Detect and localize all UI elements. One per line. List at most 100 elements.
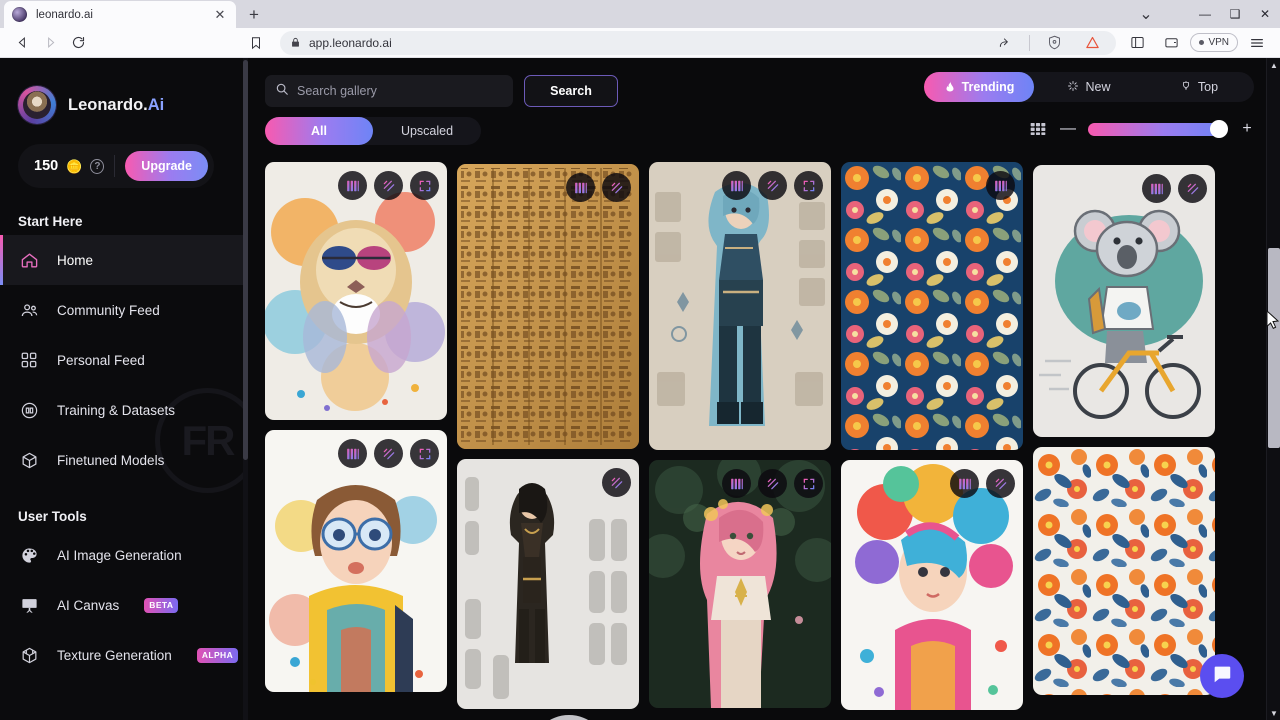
gallery-card-floral-pattern-blue[interactable] (841, 162, 1023, 450)
unzoom-icon (611, 182, 622, 193)
window-minimize-button[interactable]: — (1190, 0, 1220, 28)
sidebar-item-training-datasets[interactable]: Training & Datasets (0, 385, 248, 435)
card-overlay-actions (1142, 174, 1207, 203)
vpn-status-badge[interactable]: VPN (1190, 33, 1238, 52)
scroll-up-arrow-icon[interactable]: ▲ (1267, 58, 1280, 72)
unzoom-icon-button[interactable] (1178, 174, 1207, 203)
sidebar-item-ai-canvas[interactable]: AI Canvas BETA (0, 580, 248, 630)
unzoom-icon-button[interactable] (374, 171, 403, 200)
unzoom-icon-button[interactable] (602, 468, 631, 497)
variations-icon-button[interactable] (566, 173, 595, 202)
zoom-in-button[interactable]: + (1240, 121, 1254, 137)
variations-icon (346, 180, 359, 191)
zoom-slider-knob[interactable] (1210, 120, 1228, 138)
brand-name-main: Leonardo. (68, 95, 148, 114)
tab-trending[interactable]: Trending (924, 72, 1034, 102)
variations-icon-button[interactable] (722, 469, 751, 498)
variations-icon-button[interactable] (338, 171, 367, 200)
sidebar-item-ai-image-generation[interactable]: AI Image Generation (0, 530, 248, 580)
forward-button[interactable] (36, 31, 64, 55)
grid-density-icon[interactable] (1030, 122, 1046, 136)
new-tab-button[interactable]: + (240, 1, 268, 28)
variations-icon-button[interactable] (1142, 174, 1171, 203)
wallet-icon[interactable] (1156, 31, 1186, 55)
window-maximize-button[interactable]: ❑ (1220, 0, 1250, 28)
unzoom-icon-button[interactable] (986, 469, 1015, 498)
sidebar-item-home[interactable]: Home (0, 235, 248, 285)
scroll-down-arrow-icon[interactable]: ▼ (1267, 706, 1280, 720)
hamburger-menu-icon[interactable] (1242, 31, 1272, 55)
browser-tab[interactable]: leonardo.ai ✕ (4, 1, 236, 28)
gallery-column (841, 150, 1023, 720)
expand-icon (803, 478, 814, 489)
gallery-card-koala-bicycle[interactable] (1033, 165, 1215, 437)
help-icon[interactable]: ? (90, 158, 105, 174)
gallery-card-lion-watercolor[interactable] (265, 162, 447, 420)
window-close-button[interactable]: ✕ (1250, 0, 1280, 28)
artwork-koala-bicycle (1033, 165, 1215, 437)
filter-tabs: All Upscaled (265, 117, 481, 145)
expand-icon-button[interactable] (794, 171, 823, 200)
sidebar-item-texture-generation[interactable]: Texture Generation ALPHA (0, 630, 248, 680)
variations-icon-button[interactable] (338, 439, 367, 468)
reload-button[interactable] (64, 31, 92, 55)
tab-list-chevron-down-icon[interactable]: ⌄ (1132, 0, 1160, 28)
gallery-card-rainbow-hair-girl[interactable] (841, 460, 1023, 710)
sidebar-section-title-start-here: Start Here (18, 214, 83, 229)
card-overlay-actions (722, 171, 823, 200)
unzoom-icon-button[interactable] (374, 439, 403, 468)
search-button[interactable]: Search (524, 75, 618, 107)
upgrade-button[interactable]: Upgrade (125, 151, 208, 181)
sidebar-item-finetuned-models[interactable]: Finetuned Models (0, 435, 248, 485)
tab-close-icon[interactable]: ✕ (212, 7, 228, 23)
status-badge: ALPHA (196, 647, 239, 663)
panel-icon[interactable] (1122, 31, 1152, 55)
card-overlay-actions (338, 171, 439, 200)
artwork-floral-pattern-blue (841, 162, 1023, 450)
expand-icon-button[interactable] (410, 171, 439, 200)
zoom-slider[interactable] (1088, 120, 1228, 138)
unzoom-icon (383, 448, 394, 459)
variations-icon-button[interactable] (986, 171, 1015, 200)
gallery-card-orange-floral-pattern[interactable] (1033, 447, 1215, 695)
address-bar[interactable]: app.leonardo.ai (280, 30, 1117, 55)
sidebar-item-label: Community Feed (57, 302, 160, 318)
grid-icon (18, 349, 40, 371)
share-icon[interactable] (991, 31, 1019, 55)
page-scrollbar[interactable]: ▲ ▼ (1266, 58, 1280, 720)
artwork-egyptian-hieroglyphs (457, 164, 639, 449)
gallery-card-blue-hair-warrior[interactable] (649, 162, 831, 450)
leo-icon[interactable] (1078, 31, 1106, 55)
gallery-card-egyptian-hieroglyphs[interactable] (457, 164, 639, 449)
expand-icon-button[interactable] (410, 439, 439, 468)
tab-all[interactable]: All (265, 117, 373, 145)
sidebar-scrollbar[interactable] (243, 58, 248, 720)
gallery-card-pink-hair-fairy[interactable] (649, 460, 831, 708)
page-scrollbar-thumb[interactable] (1268, 248, 1280, 448)
expand-icon-button[interactable] (794, 469, 823, 498)
unzoom-icon-button[interactable] (758, 171, 787, 200)
search-input[interactable] (297, 84, 503, 98)
variations-icon-button[interactable] (950, 469, 979, 498)
tab-upscaled[interactable]: Upscaled (373, 117, 481, 145)
gallery-card-dark-warrior-woman-sheet[interactable] (457, 459, 639, 709)
sidebar-item-community-feed[interactable]: Community Feed (0, 285, 248, 335)
brand-logo-area[interactable]: Leonardo.Ai (0, 58, 248, 124)
zoom-out-button[interactable]: — (1060, 121, 1076, 137)
unzoom-icon-button[interactable] (602, 173, 631, 202)
window-controls: — ❑ ✕ (1190, 0, 1280, 28)
sidebar-scrollbar-thumb[interactable] (243, 60, 248, 460)
tab-top[interactable]: Top (1144, 72, 1254, 102)
back-button[interactable] (8, 31, 36, 55)
variations-icon-button[interactable] (722, 171, 751, 200)
sidebar-item-personal-feed[interactable]: Personal Feed (0, 335, 248, 385)
tab-new[interactable]: New (1034, 72, 1144, 102)
intercom-messenger-button[interactable] (1200, 654, 1244, 698)
artwork-girl-glasses-colorful (265, 430, 447, 692)
unzoom-icon-button[interactable] (758, 469, 787, 498)
gallery-card-girl-glasses-colorful[interactable] (265, 430, 447, 692)
search-box[interactable] (265, 75, 513, 107)
shield-icon[interactable] (1040, 31, 1068, 55)
bookmark-icon[interactable] (242, 31, 270, 55)
artwork-lion-watercolor (265, 162, 447, 420)
